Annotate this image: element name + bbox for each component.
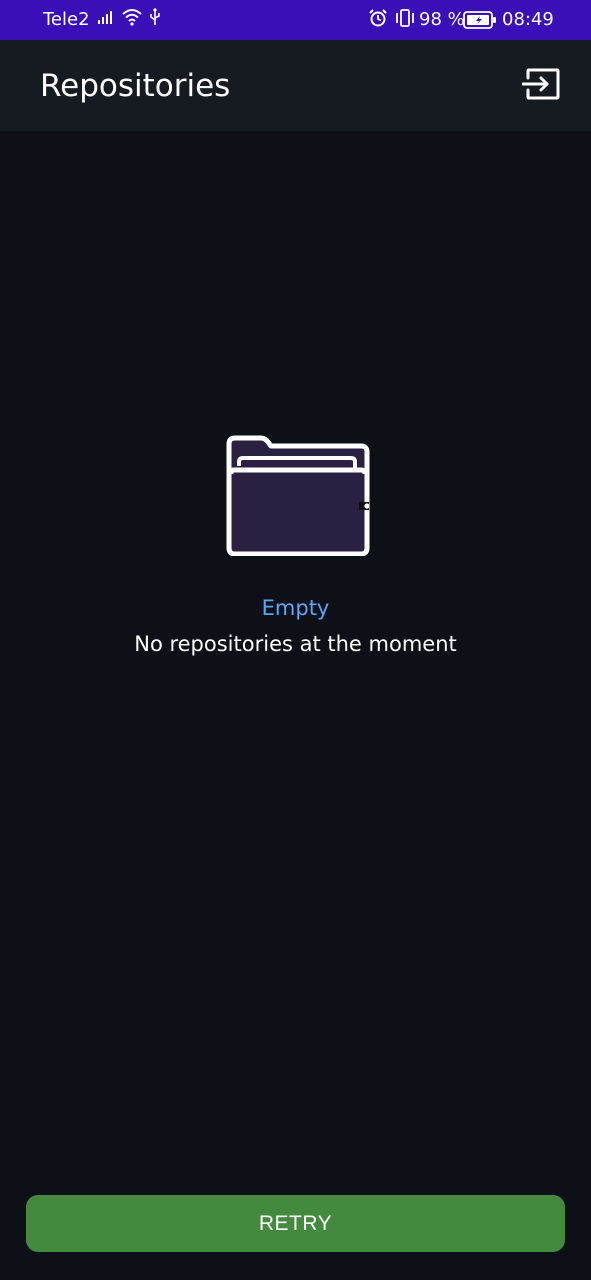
empty-heading: Empty	[261, 596, 330, 620]
retry-button[interactable]: RETRY	[26, 1195, 565, 1252]
logout-icon	[521, 68, 560, 104]
wifi-icon	[121, 8, 143, 31]
app-bar: Repositories	[0, 40, 591, 131]
vibrate-icon	[394, 8, 416, 33]
status-bar: Tele2 98 % 08:49	[0, 0, 591, 40]
signal-icon	[97, 9, 115, 30]
status-right-icons	[368, 8, 416, 33]
alarm-icon	[368, 8, 388, 33]
clock-time: 08:49	[502, 9, 554, 30]
status-left-icons	[97, 8, 161, 31]
empty-state: Empty No repositories at the moment	[0, 430, 591, 656]
logout-button[interactable]	[518, 66, 564, 106]
battery-percent: 98 %	[419, 9, 465, 30]
page-title: Repositories	[40, 68, 231, 104]
empty-message: No repositories at the moment	[134, 632, 457, 656]
carrier-label: Tele2	[43, 9, 90, 30]
folder-icon	[0, 430, 591, 556]
battery-charging-icon	[463, 11, 497, 34]
usb-icon	[149, 8, 161, 31]
